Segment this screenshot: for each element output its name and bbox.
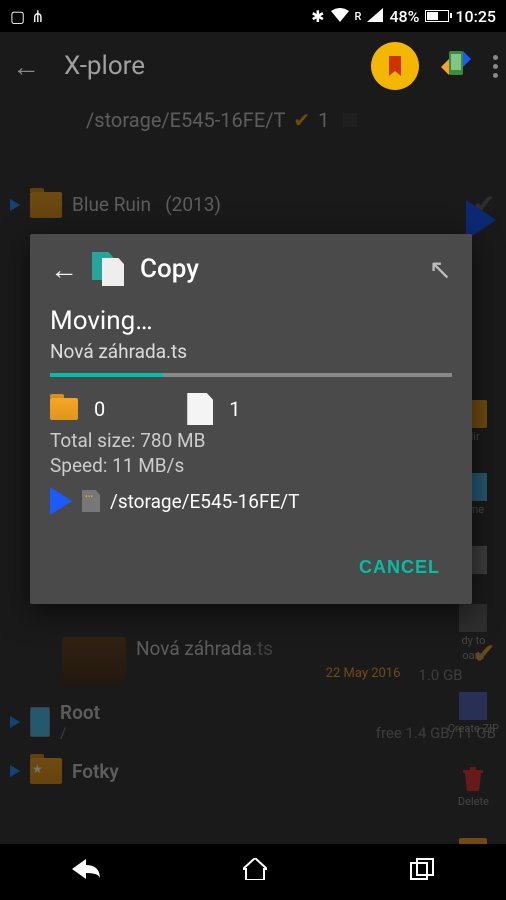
app-title: X-plore	[64, 51, 145, 81]
breadcrumb[interactable]: /storage/E545-16FE/T ✔ 1	[0, 100, 506, 140]
side-clipboard[interactable]: dy to oard	[459, 604, 487, 662]
cancel-button[interactable]: CANCEL	[347, 549, 452, 586]
expand-icon	[10, 199, 20, 211]
check-icon[interactable]: ✔	[473, 637, 496, 670]
folder-icon: ★	[30, 758, 62, 784]
side-delete[interactable]: Delete	[458, 765, 489, 808]
folder-icon	[50, 398, 78, 420]
usb-icon: ⋔	[31, 7, 44, 26]
recent-apps-icon: ▢	[10, 7, 25, 26]
signal-icon	[367, 7, 383, 26]
nav-back-icon[interactable]	[72, 859, 100, 885]
device-icon	[30, 707, 50, 737]
nav-home-icon[interactable]	[243, 858, 267, 886]
thumbnail	[62, 637, 126, 685]
back-icon[interactable]: ←	[12, 50, 40, 83]
dialog-title: Copy	[140, 254, 199, 284]
bookmark-icon	[389, 56, 401, 76]
copy-dialog: ← Copy ↖ Moving… Nová záhrada.ts 0 1 Tot…	[30, 234, 472, 604]
status-bar: ▢ ⋔ ✱ R 48% 10:25	[0, 0, 506, 32]
status-label: Moving…	[50, 306, 452, 336]
sync-button[interactable]	[437, 47, 475, 85]
battery-icon	[425, 10, 449, 22]
folders-count: 0	[94, 397, 105, 421]
side-create-zip[interactable]: Create ZIP	[448, 692, 499, 735]
nav-recents-icon[interactable]	[410, 858, 434, 886]
overflow-menu-icon[interactable]	[493, 55, 498, 78]
wifi-icon	[331, 7, 349, 26]
trash-icon	[459, 765, 487, 793]
bluetooth-icon: ✱	[311, 7, 324, 26]
expand-icon	[10, 716, 20, 728]
speed: Speed: 11 MB/s	[50, 454, 452, 477]
list-item[interactable]: ★ Fotky	[0, 750, 506, 792]
expand-icon	[10, 765, 20, 777]
storage-icon: •••	[82, 490, 100, 512]
folder-icon	[30, 192, 62, 218]
total-size: Total size: 780 MB	[50, 429, 452, 452]
expand-icon[interactable]: ↖	[429, 253, 452, 286]
dialog-back-icon[interactable]: ←	[50, 253, 78, 286]
files-count: 1	[229, 397, 240, 421]
list-item[interactable]: Blue Ruin (2013) ✔	[0, 180, 506, 229]
check-icon[interactable]: ✔	[473, 188, 496, 221]
destination-row: ••• /storage/E545-16FE/T	[50, 487, 452, 515]
list-item[interactable]: Nová záhrada.ts 22 May 2016 1.0 GB ✔	[0, 629, 506, 693]
current-file: Nová záhrada.ts	[50, 340, 452, 363]
copy-icon	[92, 252, 126, 286]
arrow-right-icon	[50, 487, 72, 515]
nav-bar	[0, 844, 506, 900]
clock: 10:25	[455, 7, 496, 26]
progress-bar	[50, 373, 452, 377]
file-icon	[187, 393, 213, 425]
bookmark-button[interactable]	[371, 42, 419, 90]
battery-pct: 48%	[389, 7, 419, 26]
list-item[interactable]: Root / free 1.4 GB/11 GB	[0, 693, 506, 750]
roaming-icon: R	[355, 10, 362, 23]
destination-path: /storage/E545-16FE/T	[110, 490, 299, 513]
app-bar: ← X-plore	[0, 32, 506, 100]
